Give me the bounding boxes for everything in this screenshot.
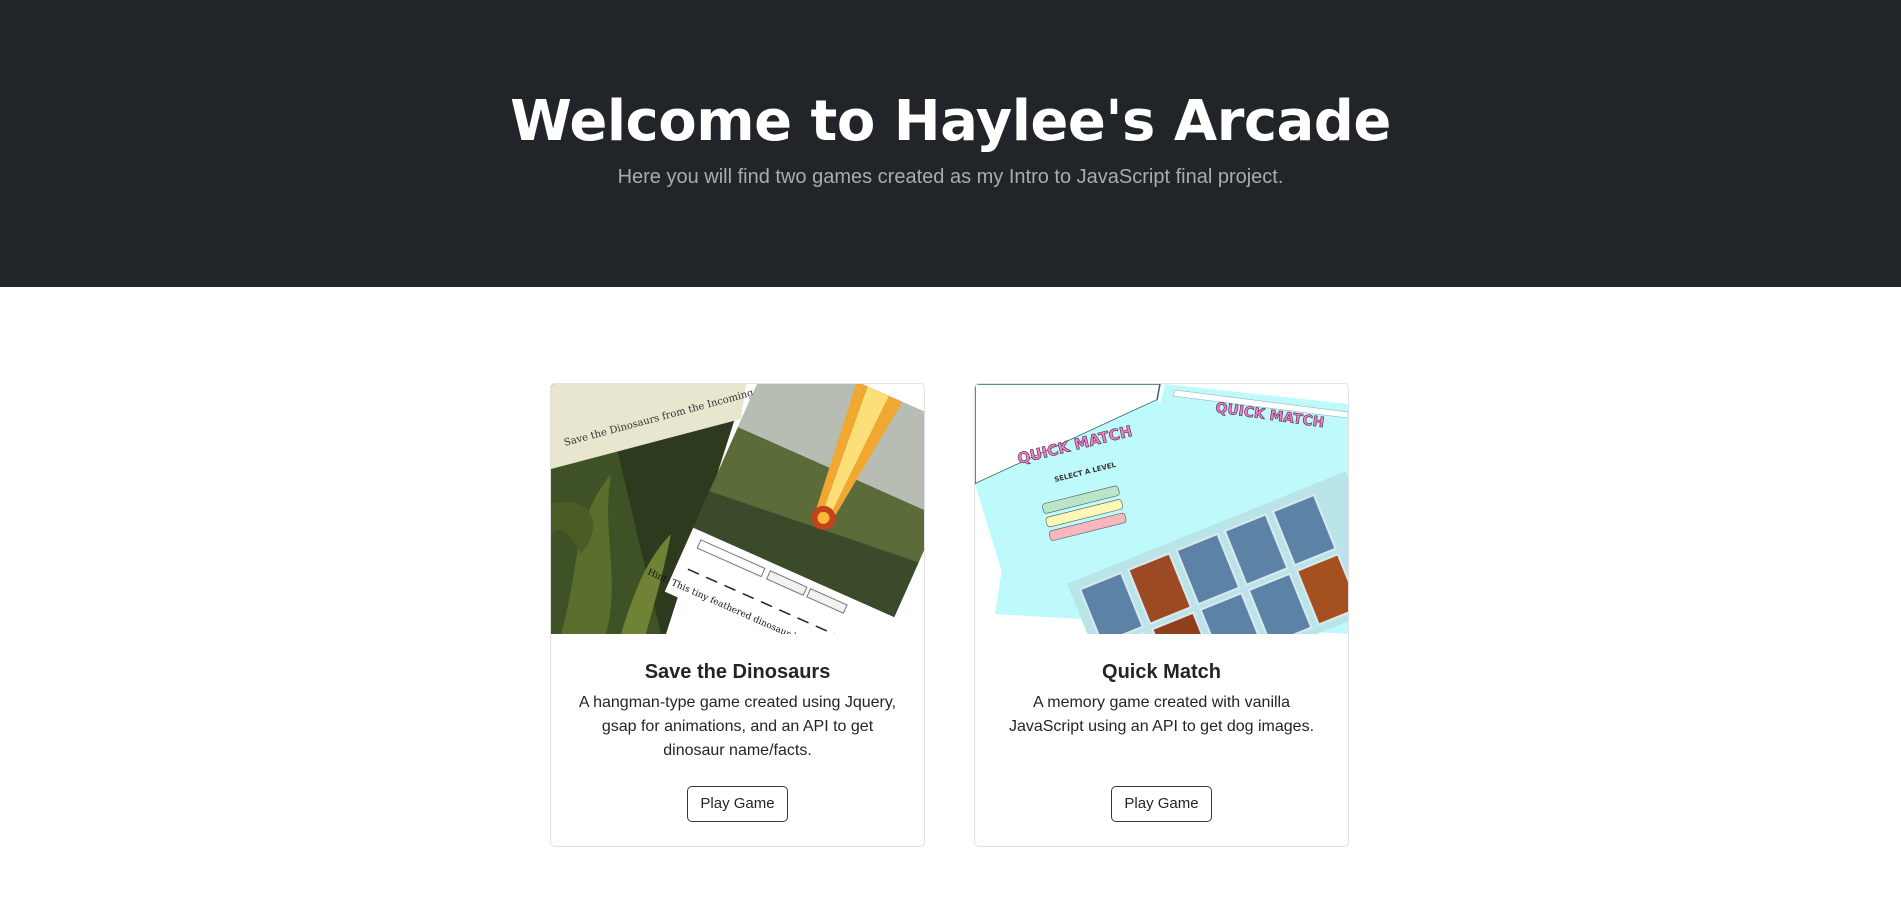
game-description: A hangman-type game created using Jquery… [578, 694, 897, 759]
play-game-button-dinosaurs[interactable]: Play Game [687, 786, 788, 822]
game-title: Quick Match [1102, 661, 1221, 683]
game-description: A memory game created with vanilla JavaS… [1008, 694, 1315, 735]
game-card-save-the-dinosaurs: Save the Dinosaurs from the Incoming... … [550, 383, 925, 847]
game-thumbnail-dinosaurs: Save the Dinosaurs from the Incoming... … [551, 384, 924, 634]
game-card-quick-match: QUICK MATCH QUICK MATCH SELECT A LEVEL Q… [974, 383, 1349, 847]
hero-banner: Welcome to Haylee's Arcade Here you will… [0, 0, 1901, 287]
page-subtitle: Here you will find two games created as … [617, 166, 1284, 188]
page-title: Welcome to Haylee's Arcade [510, 89, 1391, 154]
play-game-button-quick-match[interactable]: Play Game [1111, 786, 1212, 822]
game-thumbnail-quick-match: QUICK MATCH QUICK MATCH SELECT A LEVEL [975, 384, 1348, 634]
game-title: Save the Dinosaurs [644, 661, 831, 683]
